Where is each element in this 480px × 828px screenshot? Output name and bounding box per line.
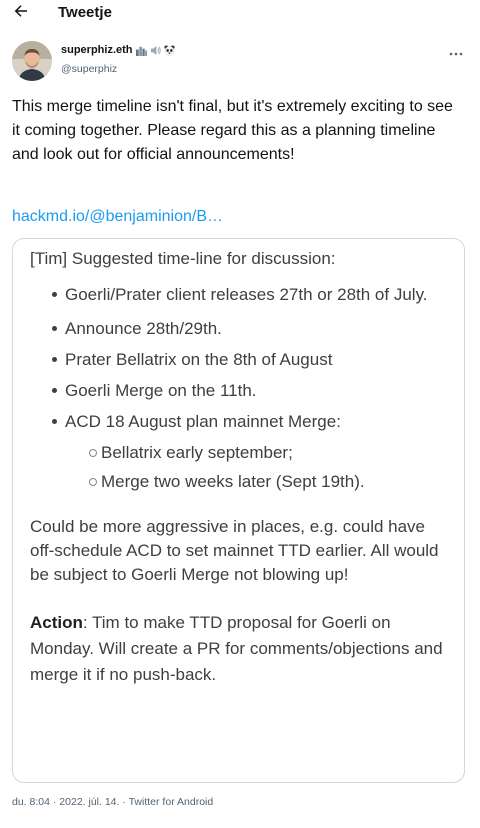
card-action-paragraph: Action: Tim to make TTD proposal for Goe… (30, 610, 450, 688)
card-heading: [Tim] Suggested time-line for discussion… (30, 249, 336, 268)
handle[interactable]: @superphiz (61, 63, 117, 75)
separator: · (49, 796, 60, 808)
card-content: [Tim] Suggested time-line for discussion… (30, 248, 450, 688)
top-bar: Tweetje (0, 0, 480, 26)
action-text: : Tim to make TTD proposal for Goerli on… (30, 613, 443, 684)
sub-list-item: Bellatrix early september; (30, 442, 450, 464)
page-title: Tweetje (58, 4, 112, 21)
display-name[interactable]: superphiz.eth (61, 44, 175, 56)
tweet-client[interactable]: Twitter for Android (129, 796, 214, 808)
tweet-date[interactable]: 2022. júl. 14. (59, 796, 119, 808)
list-item: Goerli/Prater client releases 27th or 28… (30, 281, 450, 309)
tweet-author: superphiz.eth @superphiz (12, 41, 468, 83)
panda-icon (163, 44, 175, 56)
tweet-link[interactable]: hackmd.io/@benjaminion/B… (12, 205, 223, 229)
avatar[interactable] (12, 41, 52, 81)
more-horizontal-icon[interactable] (448, 46, 464, 62)
speaker-icon (150, 45, 161, 55)
tweet-time[interactable]: du. 8:04 (12, 796, 50, 808)
attached-image-card[interactable]: [Tim] Suggested time-line for discussion… (12, 238, 465, 783)
separator: · (119, 796, 129, 808)
list-item: ACD 18 August plan mainnet Merge: (30, 411, 450, 433)
arrow-left-icon[interactable] (12, 2, 30, 20)
list-item: Announce 28th/29th. (30, 318, 450, 340)
tweet-metadata: du. 8:04 · 2022. júl. 14. · Twitter for … (12, 796, 213, 808)
card-paragraph: Could be more aggressive in places, e.g.… (30, 517, 439, 584)
action-label: Action (30, 613, 83, 632)
list-item: Prater Bellatrix on the 8th of August (30, 349, 450, 371)
cityscape-icon (135, 46, 147, 56)
tweet-text: This merge timeline isn't final, but it'… (12, 98, 453, 163)
sub-list-item: Merge two weeks later (Sept 19th). (30, 471, 450, 493)
list-item: Goerli Merge on the 11th. (30, 380, 450, 402)
display-name-text: superphiz.eth (61, 44, 133, 56)
